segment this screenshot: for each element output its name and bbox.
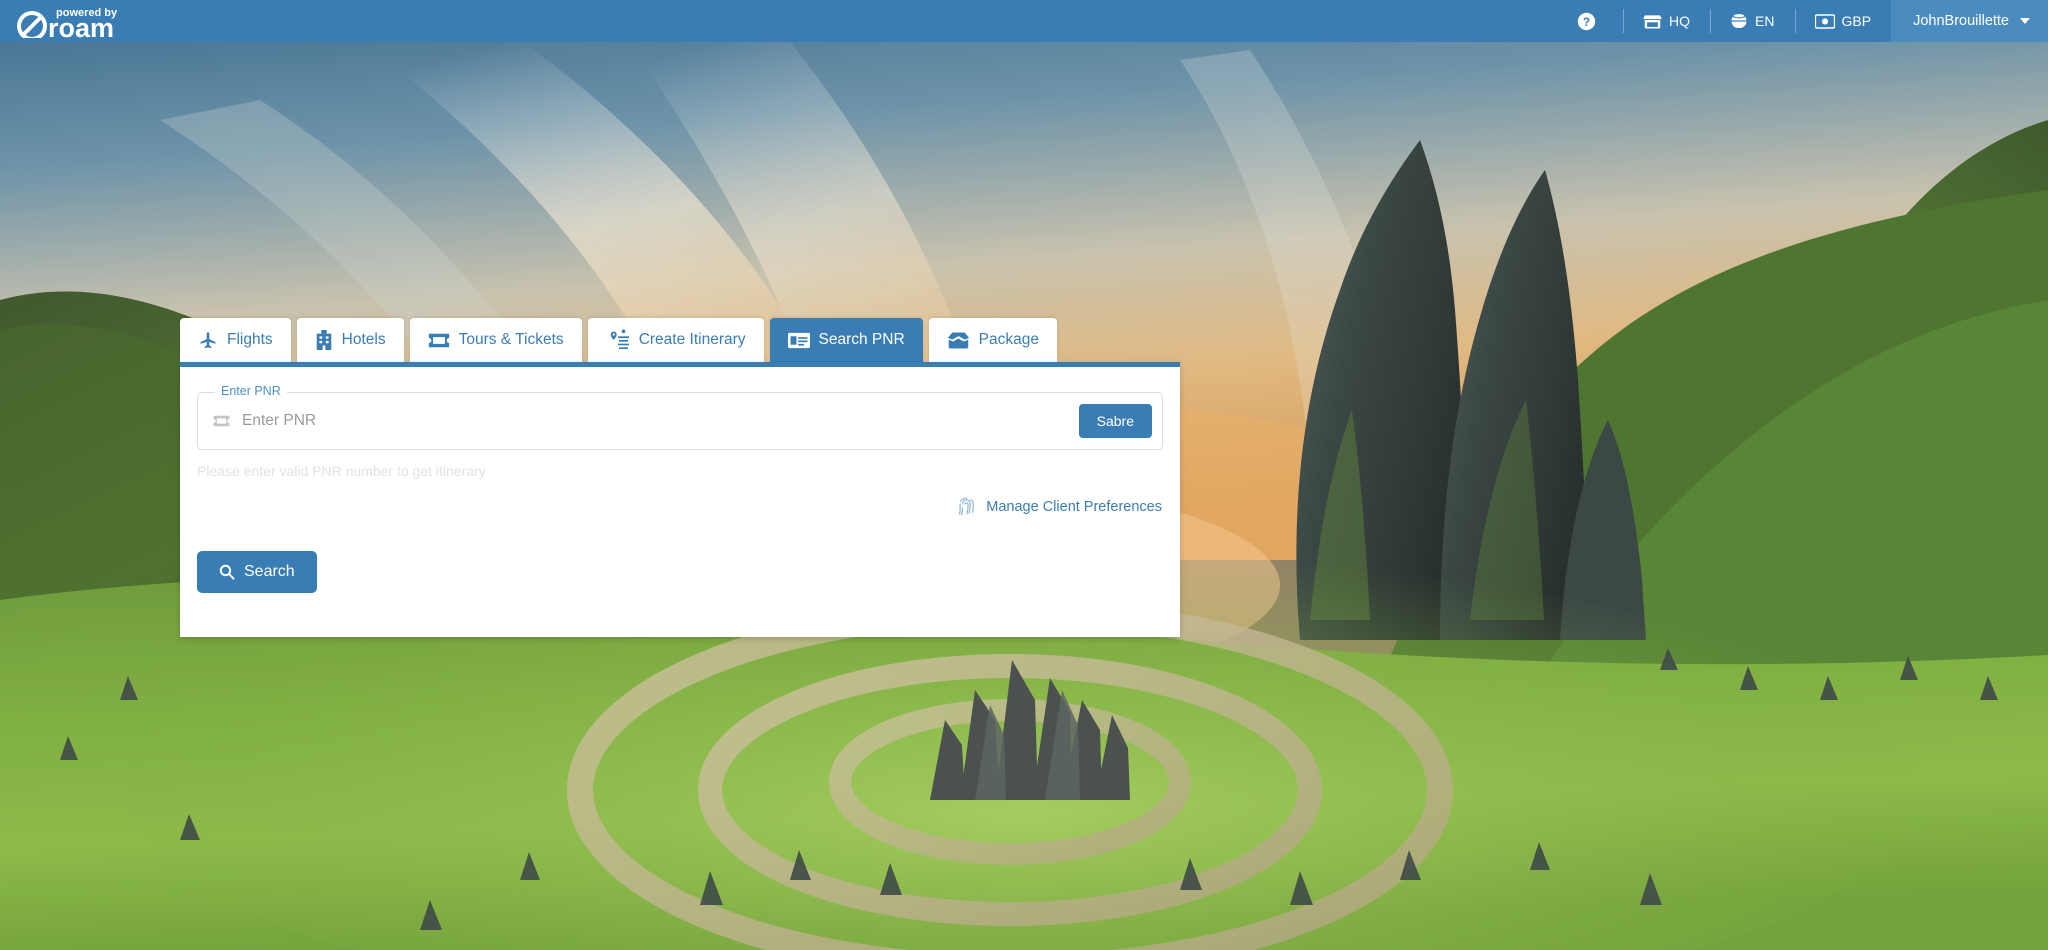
pnr-helper-text: Please enter valid PNR number to get iti… (197, 463, 486, 479)
search-tabs: Flights Hotels Tours & Tickets Create It… (180, 318, 1180, 362)
map-pin-route-icon (610, 329, 629, 349)
building-icon (316, 330, 331, 350)
pnr-input[interactable] (242, 412, 1079, 430)
tab-flights[interactable]: Flights (180, 318, 291, 362)
roam-logo-icon: powered by roam (17, 7, 118, 38)
fingerprint-icon (959, 497, 975, 516)
currency-label: GBP (1841, 13, 1872, 29)
banknote-icon (1814, 13, 1835, 29)
tab-package-label: Package (978, 331, 1039, 348)
app-logo[interactable]: powered by roam (16, 0, 168, 42)
gds-sabre-button[interactable]: Sabre (1078, 404, 1152, 438)
id-card-icon (787, 332, 810, 348)
search-pnr-panel: Enter PNR Sabre Please enter valid PNR n… (180, 362, 1180, 637)
top-header-bar: powered by roam ? HQ EN GBP JohnBrouille… (0, 0, 2048, 42)
user-menu[interactable]: JohnBrouillette (1891, 0, 2048, 42)
open-box-icon (947, 332, 969, 348)
store-icon (1643, 14, 1662, 28)
search-button[interactable]: Search (197, 551, 317, 593)
ticket-icon (428, 333, 449, 347)
pnr-field-group: Enter PNR Sabre (197, 384, 1163, 450)
branch-selector[interactable]: HQ (1623, 0, 1710, 42)
tab-create-itinerary[interactable]: Create Itinerary (587, 318, 764, 362)
currency-selector[interactable]: GBP (1794, 0, 1892, 42)
tab-package[interactable]: Package (928, 318, 1057, 362)
tab-flights-label: Flights (227, 331, 273, 348)
help-button[interactable]: ? (1557, 0, 1623, 42)
plane-icon (200, 332, 216, 349)
tab-search-pnr[interactable]: Search PNR (769, 318, 923, 362)
language-label: EN (1755, 13, 1775, 29)
ticket-icon (213, 415, 230, 427)
tab-search-pnr-label: Search PNR (818, 331, 905, 348)
manage-client-preferences-link[interactable]: Manage Client Preferences (958, 497, 1162, 516)
branch-label: HQ (1669, 13, 1691, 29)
help-circle-icon: ? (1577, 12, 1596, 30)
search-icon (219, 564, 235, 580)
globe-icon (1730, 12, 1749, 30)
header-actions: ? HQ EN GBP JohnBrouillette (1557, 0, 2048, 42)
manage-client-preferences-label: Manage Client Preferences (986, 498, 1162, 515)
tab-itinerary-label: Create Itinerary (638, 331, 746, 348)
tab-hotels-label: Hotels (341, 331, 386, 348)
tab-tours-tickets[interactable]: Tours & Tickets (409, 318, 582, 362)
language-selector[interactable]: EN (1710, 0, 1794, 42)
svg-text:roam: roam (48, 13, 114, 38)
search-button-label: Search (244, 563, 295, 580)
chevron-down-icon (2020, 18, 2030, 24)
search-widget: Flights Hotels Tours & Tickets Create It… (180, 318, 1180, 637)
svg-text:?: ? (1583, 14, 1590, 28)
tab-tours-label: Tours & Tickets (458, 331, 564, 348)
tab-hotels[interactable]: Hotels (296, 318, 404, 362)
user-name: JohnBrouillette (1913, 13, 2009, 29)
